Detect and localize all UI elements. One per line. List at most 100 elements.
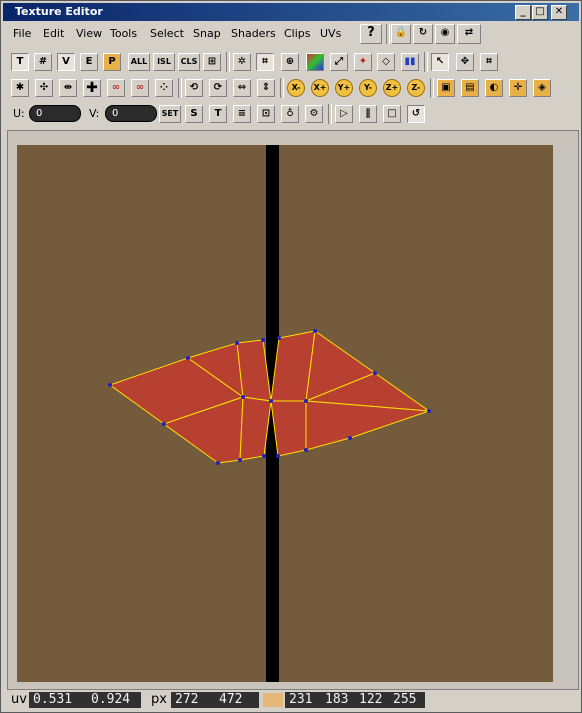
relax-icon[interactable]: ✱	[11, 79, 29, 97]
set-button[interactable]: SET	[159, 105, 181, 123]
uv-vertex[interactable]	[108, 383, 112, 387]
swap-icon[interactable]: ⇄	[457, 24, 481, 44]
menu-shaders[interactable]: Shaders	[231, 27, 276, 40]
play-icon[interactable]: ▷	[335, 105, 353, 123]
pause-icon[interactable]: ∥	[359, 105, 377, 123]
mirror-icon[interactable]: ✦	[354, 53, 372, 71]
settings-icon[interactable]: ⚙	[305, 105, 323, 123]
align-icon[interactable]: ▮▮	[401, 53, 419, 71]
cylinder-project-icon[interactable]: ▤	[461, 79, 479, 97]
status-bar: uv 0.531 0.924 px 272 472 231 183 122 25…	[3, 690, 579, 710]
cluster-select-button[interactable]: CLS	[178, 53, 200, 71]
pixel-x: 272	[171, 692, 215, 708]
texture-mode-button[interactable]: T	[11, 53, 29, 71]
snap-vertex-icon[interactable]: ✲	[233, 53, 251, 71]
menu-edit[interactable]: Edit	[43, 27, 64, 40]
sew-icon[interactable]: ⇹	[59, 79, 77, 97]
axis-x-plus-button[interactable]: X+	[311, 79, 329, 97]
menu-snap[interactable]: Snap	[193, 27, 221, 40]
uv-vertex[interactable]	[269, 399, 273, 403]
color-alpha: 255	[389, 692, 425, 708]
heal-icon[interactable]: ∞	[107, 79, 125, 97]
island-select-button[interactable]: ISL	[153, 53, 175, 71]
planar-project-icon[interactable]: ✛	[509, 79, 527, 97]
edge-mode-button[interactable]: E	[80, 53, 98, 71]
sphere-project-icon[interactable]: ◐	[485, 79, 503, 97]
snap-grid-icon[interactable]: ⌗	[256, 53, 274, 71]
uv-vertex[interactable]	[373, 371, 377, 375]
move-icon[interactable]: ✥	[456, 53, 474, 71]
stack-icon[interactable]: ≡	[233, 105, 251, 123]
color-channel-icon[interactable]	[306, 53, 324, 71]
uv-mesh-svg[interactable]	[17, 145, 553, 682]
minimize-button[interactable]: _	[515, 5, 531, 20]
uv-vertex[interactable]	[235, 341, 239, 345]
axis-y-minus-button[interactable]: Y-	[359, 79, 377, 97]
uv-vertex[interactable]	[262, 454, 266, 458]
uv-vertex[interactable]	[241, 395, 245, 399]
uv-grid-icon[interactable]: ⊞	[203, 53, 221, 71]
stop-icon[interactable]: □	[383, 105, 401, 123]
uv-vertex[interactable]	[216, 461, 220, 465]
split-icon[interactable]: ∞	[131, 79, 149, 97]
texture-canvas[interactable]	[17, 145, 553, 682]
loop-icon[interactable]: ↺	[407, 105, 425, 123]
box-project-icon[interactable]: ▣	[437, 79, 455, 97]
menu-uvs[interactable]: UVs	[320, 27, 341, 40]
uv-vertex[interactable]	[261, 338, 265, 342]
add-icon[interactable]: ✚	[83, 79, 101, 97]
stretch-icon[interactable]: ✣	[35, 79, 53, 97]
t-align-icon[interactable]: T	[209, 105, 227, 123]
scatter-icon[interactable]: ⁘	[155, 79, 173, 97]
lock-icon[interactable]: 🔒	[391, 24, 411, 44]
uv-vertex[interactable]	[304, 448, 308, 452]
camera-project-icon[interactable]: ◈	[533, 79, 551, 97]
menu-tools[interactable]: Tools	[110, 27, 137, 40]
menu-file[interactable]: File	[13, 27, 31, 40]
axis-z-plus-button[interactable]: Z+	[383, 79, 401, 97]
help-button[interactable]: ?	[360, 24, 382, 44]
u-input[interactable]: 0	[29, 105, 81, 122]
axis-x-minus-button[interactable]: X-	[287, 79, 305, 97]
unfold-icon[interactable]: ◇	[377, 53, 395, 71]
refresh-icon[interactable]: ↻	[413, 24, 433, 44]
uv-vertex[interactable]	[348, 436, 352, 440]
color-green: 183	[321, 692, 355, 708]
pivot-icon[interactable]: ♁	[281, 105, 299, 123]
maximize-button[interactable]: □	[532, 5, 548, 20]
crop-icon[interactable]: ⌗	[480, 53, 498, 71]
flip-u-icon[interactable]: ⇔	[233, 79, 251, 97]
snap-point-icon[interactable]: ⊕	[281, 53, 299, 71]
polygon-mode-button[interactable]: P	[103, 53, 121, 71]
title-bar[interactable]: Texture Editor _ □ ✕	[3, 3, 579, 21]
rotate-cw-icon[interactable]: ⟳	[209, 79, 227, 97]
bounds-icon[interactable]: ⊡	[257, 105, 275, 123]
flip-icon[interactable]: ⤢	[330, 53, 348, 71]
color-red: 231	[285, 692, 321, 708]
select-all-button[interactable]: ALL	[128, 53, 150, 71]
v-input[interactable]: 0	[105, 105, 157, 122]
separator	[386, 24, 390, 44]
vertex-mode-button[interactable]: V	[57, 53, 75, 71]
grid-mode-button[interactable]: #	[34, 53, 52, 71]
clips-icon[interactable]: ◉	[435, 24, 455, 44]
uv-vertex[interactable]	[427, 409, 431, 413]
menu-clips[interactable]: Clips	[284, 27, 311, 40]
s-align-icon[interactable]: S	[185, 105, 203, 123]
uv-vertex[interactable]	[313, 329, 317, 333]
uv-vertex[interactable]	[276, 454, 280, 458]
close-button[interactable]: ✕	[551, 5, 567, 20]
flip-v-icon[interactable]: ⇕	[257, 79, 275, 97]
axis-y-plus-button[interactable]: Y+	[335, 79, 353, 97]
select-arrow-icon[interactable]: ↖	[431, 53, 449, 71]
menu-select[interactable]: Select	[150, 27, 184, 40]
uv-vertex[interactable]	[277, 336, 281, 340]
uv-vertex[interactable]	[186, 356, 190, 360]
axis-z-minus-button[interactable]: Z-	[407, 79, 425, 97]
uv-vertex[interactable]	[304, 399, 308, 403]
menu-view[interactable]: View	[76, 27, 102, 40]
uv-vertex[interactable]	[162, 422, 166, 426]
uv-vertex[interactable]	[238, 458, 242, 462]
rotate-ccw-icon[interactable]: ⟲	[185, 79, 203, 97]
uv-face[interactable]	[236, 339, 272, 402]
